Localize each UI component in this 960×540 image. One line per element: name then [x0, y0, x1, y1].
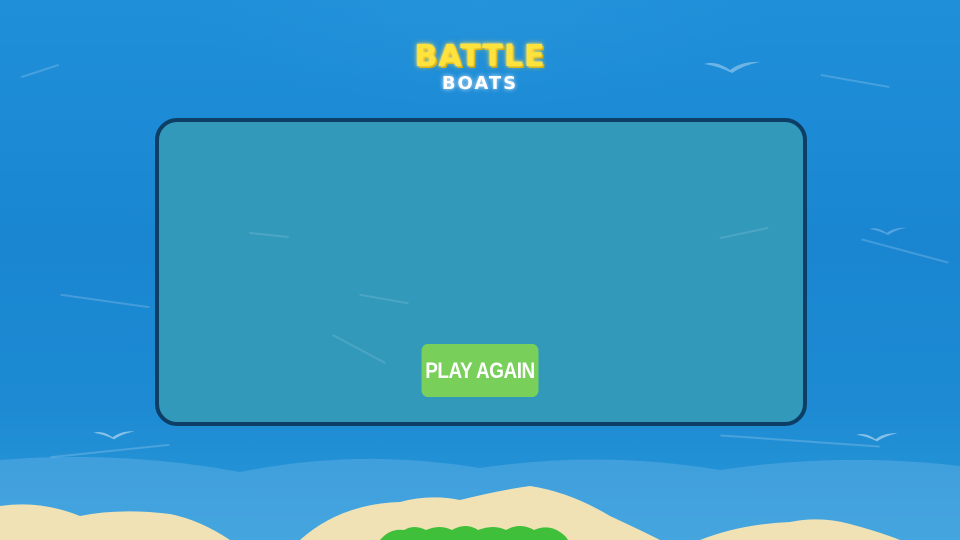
logo-title-battle: BATTLE: [414, 39, 546, 74]
wave-streak: [719, 226, 769, 240]
game-scene: BATTLE BOATS PLAY AGAIN: [0, 0, 960, 540]
beach-shoreline: [0, 456, 960, 540]
grass-tuft: [380, 526, 568, 540]
seagull-icon: [869, 227, 907, 235]
game-logo: BATTLE BOATS: [400, 40, 560, 100]
wave-streak: [359, 293, 409, 305]
wave-streak: [249, 231, 289, 239]
seagull-icon: [704, 61, 760, 73]
logo-title-boats: BOATS: [441, 73, 519, 94]
play-again-button[interactable]: PLAY AGAIN: [421, 344, 539, 397]
wave-streak: [332, 334, 386, 364]
